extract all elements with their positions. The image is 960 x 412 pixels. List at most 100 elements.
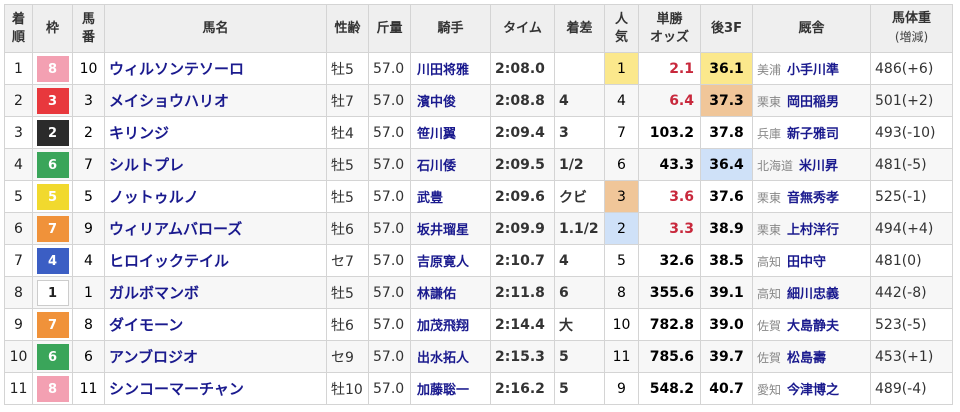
col-header-number: 馬番 bbox=[72, 4, 105, 53]
col-header-jockey: 騎手 bbox=[410, 4, 491, 53]
horse-number-cell: 2 bbox=[72, 116, 105, 149]
stable-region: 兵庫 bbox=[757, 127, 782, 141]
horse-name-link[interactable]: シルトプレ bbox=[104, 148, 327, 181]
rank-cell: 9 bbox=[4, 308, 33, 341]
popularity-cell: 4 bbox=[604, 84, 639, 117]
trainer-link[interactable]: 岡田稲男 bbox=[787, 95, 839, 110]
col-header-sex-age: 性齢 bbox=[326, 4, 369, 53]
horse-name-link[interactable]: ダイモーン bbox=[104, 308, 327, 341]
time-cell: 2:16.2 bbox=[490, 372, 555, 405]
horse-name-link[interactable]: ガルボマンボ bbox=[104, 276, 327, 309]
horse-name-link[interactable]: メイショウハリオ bbox=[104, 84, 327, 117]
table-row: 7 4 4 ヒロイックテイル セ7 57.0 吉原寛人 2:10.7 4 5 32.6 38.5 高知田… bbox=[4, 244, 953, 277]
stable-region: 美浦 bbox=[757, 63, 782, 77]
time-cell: 2:10.7 bbox=[490, 244, 555, 277]
odds-cell: 3.3 bbox=[638, 212, 701, 245]
waku-badge: 8 bbox=[36, 55, 69, 82]
waku-cell: 4 bbox=[32, 244, 73, 277]
table-row: 6 7 9 ウィリアムバローズ 牡6 57.0 坂井瑠星 2:09.9 1.1/2 2 3.3 38.… bbox=[4, 212, 953, 245]
jockey-link[interactable]: 加茂飛翔 bbox=[410, 308, 491, 341]
body-weight-cell: 501(+2) bbox=[870, 84, 953, 117]
trainer-link[interactable]: 音無秀孝 bbox=[787, 191, 839, 206]
horse-name-link[interactable]: ウィリアムバローズ bbox=[104, 212, 327, 245]
table-row: 9 7 8 ダイモーン 牡6 57.0 加茂飛翔 2:14.4 大 10 782.8 39.0 佐賀 大島… bbox=[4, 308, 953, 341]
body-weight-cell: 453(+1) bbox=[870, 340, 953, 373]
time-cell: 2:09.6 bbox=[490, 180, 555, 213]
horse-name-link[interactable]: ヒロイックテイル bbox=[104, 244, 327, 277]
rank-cell: 10 bbox=[4, 340, 33, 373]
stable-region: 高知 bbox=[757, 255, 782, 269]
last3f-cell: 37.3 bbox=[700, 84, 753, 117]
trainer-link[interactable]: 上村洋行 bbox=[787, 223, 839, 238]
jockey-link[interactable]: 坂井瑠星 bbox=[410, 212, 491, 245]
waku-badge: 2 bbox=[36, 119, 69, 146]
rank-cell: 3 bbox=[4, 116, 33, 149]
trainer-link[interactable]: 新子雅司 bbox=[787, 127, 839, 142]
trainer-link[interactable]: 田中守 bbox=[787, 255, 826, 270]
table-row: 2 3 3 メイショウハリオ 牡7 57.0 濱中俊 2:08.8 4 4 6.4 37.3 栗東 岡田稲… bbox=[4, 84, 953, 117]
waku-cell: 7 bbox=[32, 308, 73, 341]
horse-name-link[interactable]: ウィルソンテソーロ bbox=[104, 52, 327, 85]
body-weight-cell: 481(0) bbox=[870, 244, 953, 277]
stable-cell: 北海道 米川昇 bbox=[752, 148, 871, 181]
trainer-link[interactable]: 細川忠義 bbox=[787, 287, 839, 302]
trainer-link[interactable]: 小手川準 bbox=[787, 63, 839, 78]
waku-badge: 5 bbox=[36, 183, 69, 210]
trainer-link[interactable]: 米川昇 bbox=[799, 159, 838, 174]
margin-cell: 5 bbox=[554, 340, 605, 373]
body-weight-cell: 494(+4) bbox=[870, 212, 953, 245]
table-row: 8 1 1 ガルボマンボ 牡5 57.0 林謙佑 2:11.8 6 8 355.6 39.1 高知 細川忠… bbox=[4, 276, 953, 309]
stable-cell: 愛知 今津博之 bbox=[752, 372, 871, 405]
trainer-link[interactable]: 今津博之 bbox=[787, 383, 839, 398]
horse-name-link[interactable]: キリンジ bbox=[104, 116, 327, 149]
time-cell: 2:15.3 bbox=[490, 340, 555, 373]
stable-cell: 高知 田中守 bbox=[752, 244, 871, 277]
body-weight-cell: 525(-1) bbox=[870, 180, 953, 213]
waku-badge: 6 bbox=[36, 343, 69, 370]
col-header-weight: 斤量 bbox=[368, 4, 411, 53]
horse-number-cell: 10 bbox=[72, 52, 105, 85]
weight-cell: 57.0 bbox=[368, 52, 411, 85]
sex-age-cell: セ9 bbox=[326, 340, 369, 373]
odds-cell: 6.4 bbox=[638, 84, 701, 117]
stable-cell: 兵庫 新子雅司 bbox=[752, 116, 871, 149]
horse-name-link[interactable]: アンブロジオ bbox=[104, 340, 327, 373]
jockey-link[interactable]: 笹川翼 bbox=[410, 116, 491, 149]
sex-age-cell: 牡4 bbox=[326, 116, 369, 149]
waku-badge: 7 bbox=[36, 215, 69, 242]
jockey-link[interactable]: 石川倭 bbox=[410, 148, 491, 181]
jockey-link[interactable]: 吉原寛人 bbox=[410, 244, 491, 277]
time-cell: 2:08.8 bbox=[490, 84, 555, 117]
stable-region: 愛知 bbox=[757, 383, 782, 397]
popularity-cell: 8 bbox=[604, 276, 639, 309]
horse-name-link[interactable]: ノットゥルノ bbox=[104, 180, 327, 213]
odds-cell: 32.6 bbox=[638, 244, 701, 277]
horse-name-link[interactable]: シンコーマーチャン bbox=[104, 372, 327, 405]
horse-number-cell: 11 bbox=[72, 372, 105, 405]
jockey-link[interactable]: 加藤聡一 bbox=[410, 372, 491, 405]
table-row: 10 6 6 アンブロジオ セ9 57.0 出水拓人 2:15.3 5 11 785.6 39.7 佐賀… bbox=[4, 340, 953, 373]
jockey-link[interactable]: 川田将雅 bbox=[410, 52, 491, 85]
jockey-link[interactable]: 武豊 bbox=[410, 180, 491, 213]
trainer-link[interactable]: 大島静夫 bbox=[787, 319, 839, 334]
rank-cell: 7 bbox=[4, 244, 33, 277]
stable-region: 栗東 bbox=[757, 95, 782, 109]
jockey-link[interactable]: 濱中俊 bbox=[410, 84, 491, 117]
margin-cell: 1.1/2 bbox=[554, 212, 605, 245]
waku-badge: 3 bbox=[36, 87, 69, 114]
waku-badge: 1 bbox=[36, 279, 69, 306]
waku-badge: 6 bbox=[36, 151, 69, 178]
time-cell: 2:11.8 bbox=[490, 276, 555, 309]
jockey-link[interactable]: 林謙佑 bbox=[410, 276, 491, 309]
waku-cell: 8 bbox=[32, 52, 73, 85]
sex-age-cell: 牡5 bbox=[326, 148, 369, 181]
horse-number-cell: 5 bbox=[72, 180, 105, 213]
table-row: 1 8 10 ウィルソンテソーロ 牡5 57.0 川田将雅 2:08.0 1 2.1 36.1 美浦小… bbox=[4, 52, 953, 85]
jockey-link[interactable]: 出水拓人 bbox=[410, 340, 491, 373]
trainer-link[interactable]: 松島壽 bbox=[787, 351, 826, 366]
table-row: 11 8 11 シンコーマーチャン 牡10 57.0 加藤聡一 2:16.2 5 9 548.2 40… bbox=[4, 372, 953, 405]
sex-age-cell: 牡6 bbox=[326, 308, 369, 341]
last3f-cell: 39.1 bbox=[700, 276, 753, 309]
margin-cell: 大 bbox=[554, 308, 605, 341]
weight-cell: 57.0 bbox=[368, 180, 411, 213]
